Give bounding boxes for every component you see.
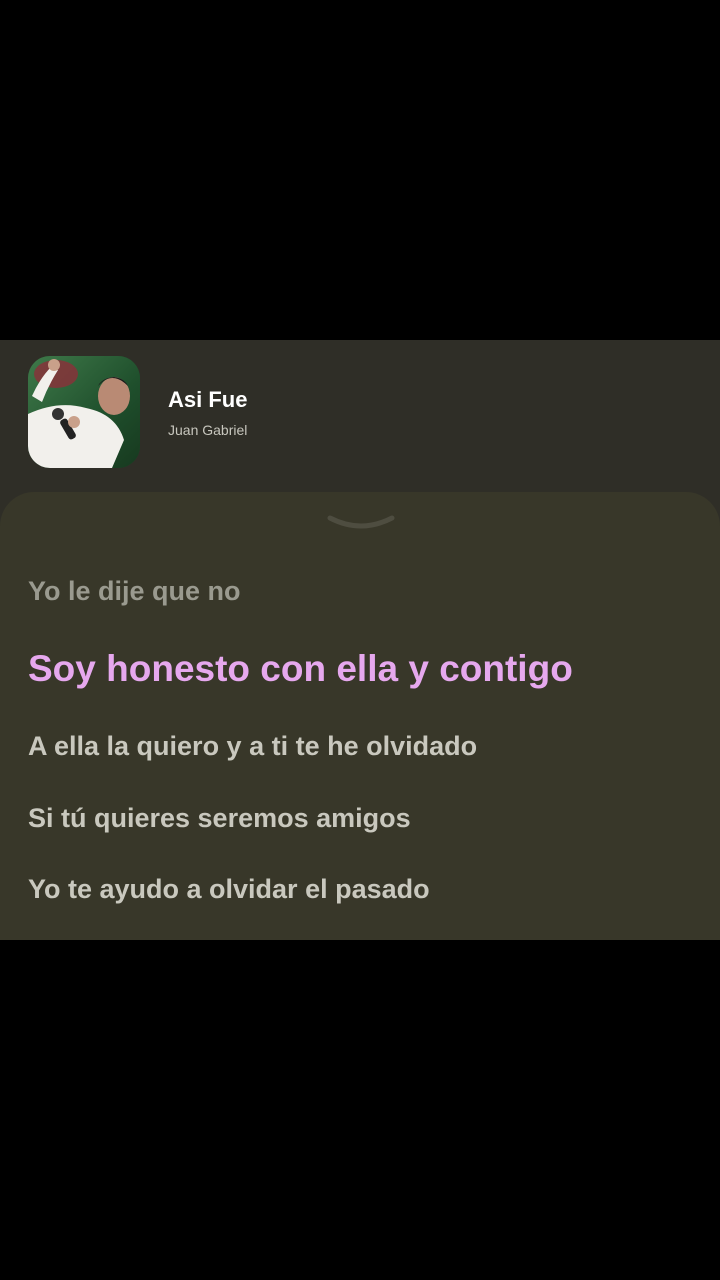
- now-playing-header: Asi Fue Juan Gabriel: [0, 340, 720, 490]
- lyrics-panel[interactable]: Yo le dije que no Soy honesto con ella y…: [0, 492, 720, 940]
- lyric-line-upcoming[interactable]: Yo te ayudo a olvidar el pasado: [28, 874, 430, 905]
- lyric-line-upcoming[interactable]: A ella la quiero y a ti te he olvidado: [28, 731, 477, 762]
- lyrics-screen: Asi Fue Juan Gabriel Yo le dije que no S…: [0, 340, 720, 940]
- lyric-line-upcoming[interactable]: Si tú quieres seremos amigos: [28, 803, 411, 834]
- artist-name: Juan Gabriel: [168, 422, 248, 438]
- singer-photo-icon: [28, 356, 140, 468]
- album-art[interactable]: [28, 356, 140, 468]
- lyric-line-current[interactable]: Soy honesto con ella y contigo: [28, 648, 573, 690]
- collapse-lyrics-button[interactable]: [326, 512, 396, 534]
- song-title: Asi Fue: [168, 387, 248, 412]
- chevron-down-icon: [327, 515, 395, 529]
- lyric-line-past[interactable]: Yo le dije que no: [28, 576, 241, 607]
